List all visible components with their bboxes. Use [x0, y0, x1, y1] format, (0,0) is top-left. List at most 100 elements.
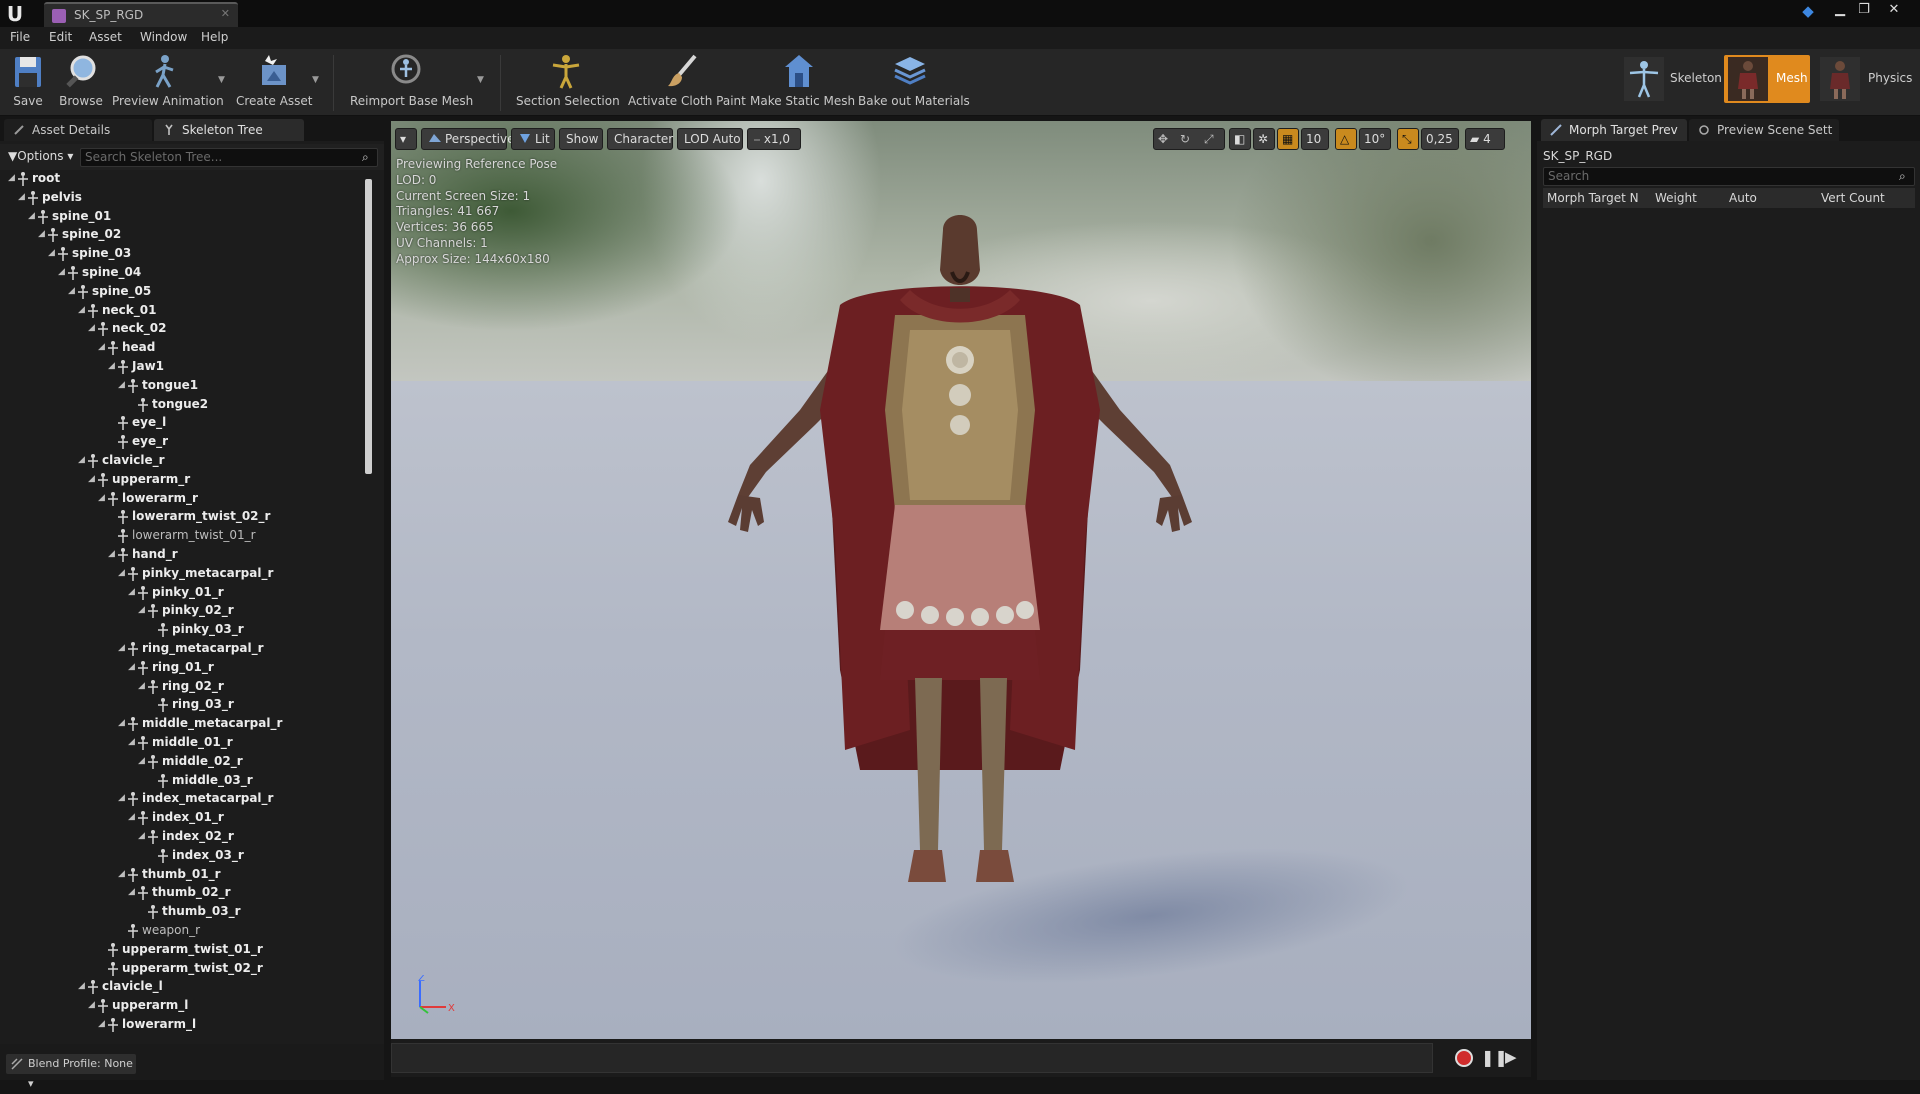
- show-dropdown[interactable]: Show: [559, 128, 603, 150]
- camera-speed-button[interactable]: ▰ 4: [1465, 128, 1505, 150]
- create-asset-button[interactable]: Create Asset: [236, 53, 313, 113]
- translate-icon[interactable]: ✥: [1158, 129, 1168, 149]
- tree-row[interactable]: ◢ index_metacarpal_r: [0, 790, 365, 808]
- tree-row[interactable]: index_03_r: [0, 847, 365, 865]
- grid-snap-value[interactable]: 10: [1301, 128, 1329, 150]
- make-static-mesh-button[interactable]: Make Static Mesh: [750, 53, 855, 113]
- unreal-logo-icon[interactable]: U: [4, 3, 26, 25]
- tree-row[interactable]: ◢ Jaw1: [0, 358, 365, 376]
- tree-row[interactable]: middle_03_r: [0, 772, 365, 790]
- transform-mode-group[interactable]: ✥ ↻ ⤢: [1153, 128, 1225, 150]
- preview-animation-dropdown-icon[interactable]: ▼: [218, 75, 225, 85]
- character-dropdown[interactable]: Character: [607, 128, 673, 150]
- timeline-scrubber[interactable]: [391, 1043, 1433, 1073]
- pause-button[interactable]: ❚❚: [1481, 1048, 1508, 1068]
- col-morph-target-name[interactable]: Morph Target N: [1547, 191, 1639, 205]
- col-vert-count[interactable]: Vert Count: [1821, 191, 1885, 205]
- reimport-dropdown-icon[interactable]: ▼: [477, 75, 484, 85]
- options-dropdown[interactable]: ▼Options ▾: [8, 149, 73, 163]
- surface-snap-button[interactable]: ◧: [1229, 128, 1251, 150]
- tree-row[interactable]: weapon_r: [0, 922, 365, 940]
- tree-row[interactable]: ◢ upperarm_l: [0, 997, 365, 1015]
- tree-row[interactable]: ◢ spine_01: [0, 208, 365, 226]
- close-window-button[interactable]: ✕: [1882, 1, 1906, 19]
- tab-preview-scene-settings[interactable]: Preview Scene Sett: [1689, 119, 1839, 141]
- menu-file[interactable]: File: [10, 30, 30, 44]
- tree-row[interactable]: ◢ index_02_r: [0, 828, 365, 846]
- reimport-base-mesh-button[interactable]: Reimport Base Mesh: [350, 53, 473, 113]
- tree-row[interactable]: ◢ pelvis: [0, 189, 365, 207]
- tree-row[interactable]: ◢ upperarm_r: [0, 471, 365, 489]
- tree-row[interactable]: ◢ neck_01: [0, 302, 365, 320]
- blend-profile-dropdown[interactable]: Blend Profile: None ▾: [6, 1054, 136, 1090]
- tree-row[interactable]: eye_l: [0, 414, 365, 432]
- physics-mode-button[interactable]: Physics: [1816, 55, 1916, 103]
- tree-row[interactable]: ring_03_r: [0, 696, 365, 714]
- tree-row[interactable]: ◢ index_01_r: [0, 809, 365, 827]
- scale-snap-value[interactable]: 0,25: [1421, 128, 1459, 150]
- tree-row[interactable]: ◢ root: [0, 170, 365, 188]
- tree-row[interactable]: ◢ spine_04: [0, 264, 365, 282]
- preview-animation-button[interactable]: Preview Animation: [112, 53, 224, 113]
- grid-snap-toggle[interactable]: ▦: [1277, 128, 1299, 150]
- close-tab-icon[interactable]: ✕: [221, 7, 230, 20]
- tree-row[interactable]: upperarm_twist_01_r: [0, 941, 365, 959]
- section-selection-button[interactable]: Section Selection: [516, 53, 620, 113]
- playback-speed-dropdown[interactable]: ⎯ x1,0: [747, 128, 801, 150]
- tree-row[interactable]: ◢ clavicle_l: [0, 978, 365, 996]
- tree-row[interactable]: ◢ tongue1: [0, 377, 365, 395]
- tree-row[interactable]: ◢ lowerarm_l: [0, 1016, 365, 1034]
- col-weight[interactable]: Weight: [1655, 191, 1697, 205]
- tree-row[interactable]: eye_r: [0, 433, 365, 451]
- tree-row[interactable]: ◢ spine_05: [0, 283, 365, 301]
- tree-row[interactable]: thumb_03_r: [0, 903, 365, 921]
- scale-snap-toggle[interactable]: ⤡: [1397, 128, 1419, 150]
- tree-scrollbar[interactable]: [365, 179, 372, 474]
- menu-asset[interactable]: Asset: [89, 30, 122, 44]
- create-asset-dropdown-icon[interactable]: ▼: [312, 75, 319, 85]
- menu-window[interactable]: Window: [140, 30, 187, 44]
- tab-asset-details[interactable]: Asset Details: [4, 119, 152, 141]
- lit-dropdown[interactable]: Lit: [511, 128, 555, 150]
- tree-row[interactable]: ◢ ring_metacarpal_r: [0, 640, 365, 658]
- skeleton-mode-button[interactable]: Skeleton: [1620, 55, 1722, 103]
- perspective-dropdown[interactable]: Perspective: [421, 128, 515, 150]
- lod-dropdown[interactable]: LOD Auto: [677, 128, 743, 150]
- tree-row[interactable]: ◢ middle_02_r: [0, 753, 365, 771]
- tree-row[interactable]: ◢ thumb_02_r: [0, 884, 365, 902]
- tab-morph-target-preview[interactable]: Morph Target Prev: [1541, 119, 1687, 141]
- activate-cloth-paint-button[interactable]: Activate Cloth Paint: [628, 53, 746, 113]
- tree-row[interactable]: ◢ lowerarm_r: [0, 490, 365, 508]
- tree-row[interactable]: ◢ neck_02: [0, 320, 365, 338]
- tree-row[interactable]: lowerarm_twist_01_r: [0, 527, 365, 545]
- tree-row[interactable]: ◢ head: [0, 339, 365, 357]
- feedback-icon[interactable]: ◆: [1797, 2, 1819, 22]
- document-tab[interactable]: SK_SP_RGD ✕: [44, 2, 238, 27]
- tree-row[interactable]: ◢ clavicle_r: [0, 452, 365, 470]
- rotate-icon[interactable]: ↻: [1180, 129, 1190, 149]
- tree-row[interactable]: ◢ middle_01_r: [0, 734, 365, 752]
- restore-button[interactable]: ❐: [1852, 1, 1876, 19]
- tree-row[interactable]: lowerarm_twist_02_r: [0, 508, 365, 526]
- tree-row[interactable]: ◢ ring_02_r: [0, 678, 365, 696]
- scale-icon[interactable]: ⤢: [1204, 129, 1214, 149]
- bake-out-materials-button[interactable]: Bake out Materials: [858, 53, 970, 113]
- tab-skeleton-tree[interactable]: Skeleton Tree: [154, 119, 304, 141]
- tree-row[interactable]: ◢ pinky_02_r: [0, 602, 365, 620]
- menu-help[interactable]: Help: [201, 30, 228, 44]
- col-auto[interactable]: Auto: [1729, 191, 1757, 205]
- tree-row[interactable]: ◢ spine_03: [0, 245, 365, 263]
- tree-row[interactable]: ◢ pinky_01_r: [0, 584, 365, 602]
- tree-row[interactable]: ◢ hand_r: [0, 546, 365, 564]
- save-button[interactable]: Save: [8, 53, 48, 113]
- mesh-mode-button[interactable]: Mesh: [1724, 55, 1810, 103]
- tree-row[interactable]: ◢ middle_metacarpal_r: [0, 715, 365, 733]
- tree-row[interactable]: ◢ ring_01_r: [0, 659, 365, 677]
- minimize-button[interactable]: ▁: [1828, 1, 1852, 19]
- world-local-button[interactable]: ✲: [1253, 128, 1275, 150]
- tree-row[interactable]: ◢ thumb_01_r: [0, 866, 365, 884]
- menu-edit[interactable]: Edit: [49, 30, 72, 44]
- record-button[interactable]: [1455, 1049, 1473, 1067]
- rotation-snap-value[interactable]: 10°: [1359, 128, 1391, 150]
- tree-row[interactable]: ◢ spine_02: [0, 226, 365, 244]
